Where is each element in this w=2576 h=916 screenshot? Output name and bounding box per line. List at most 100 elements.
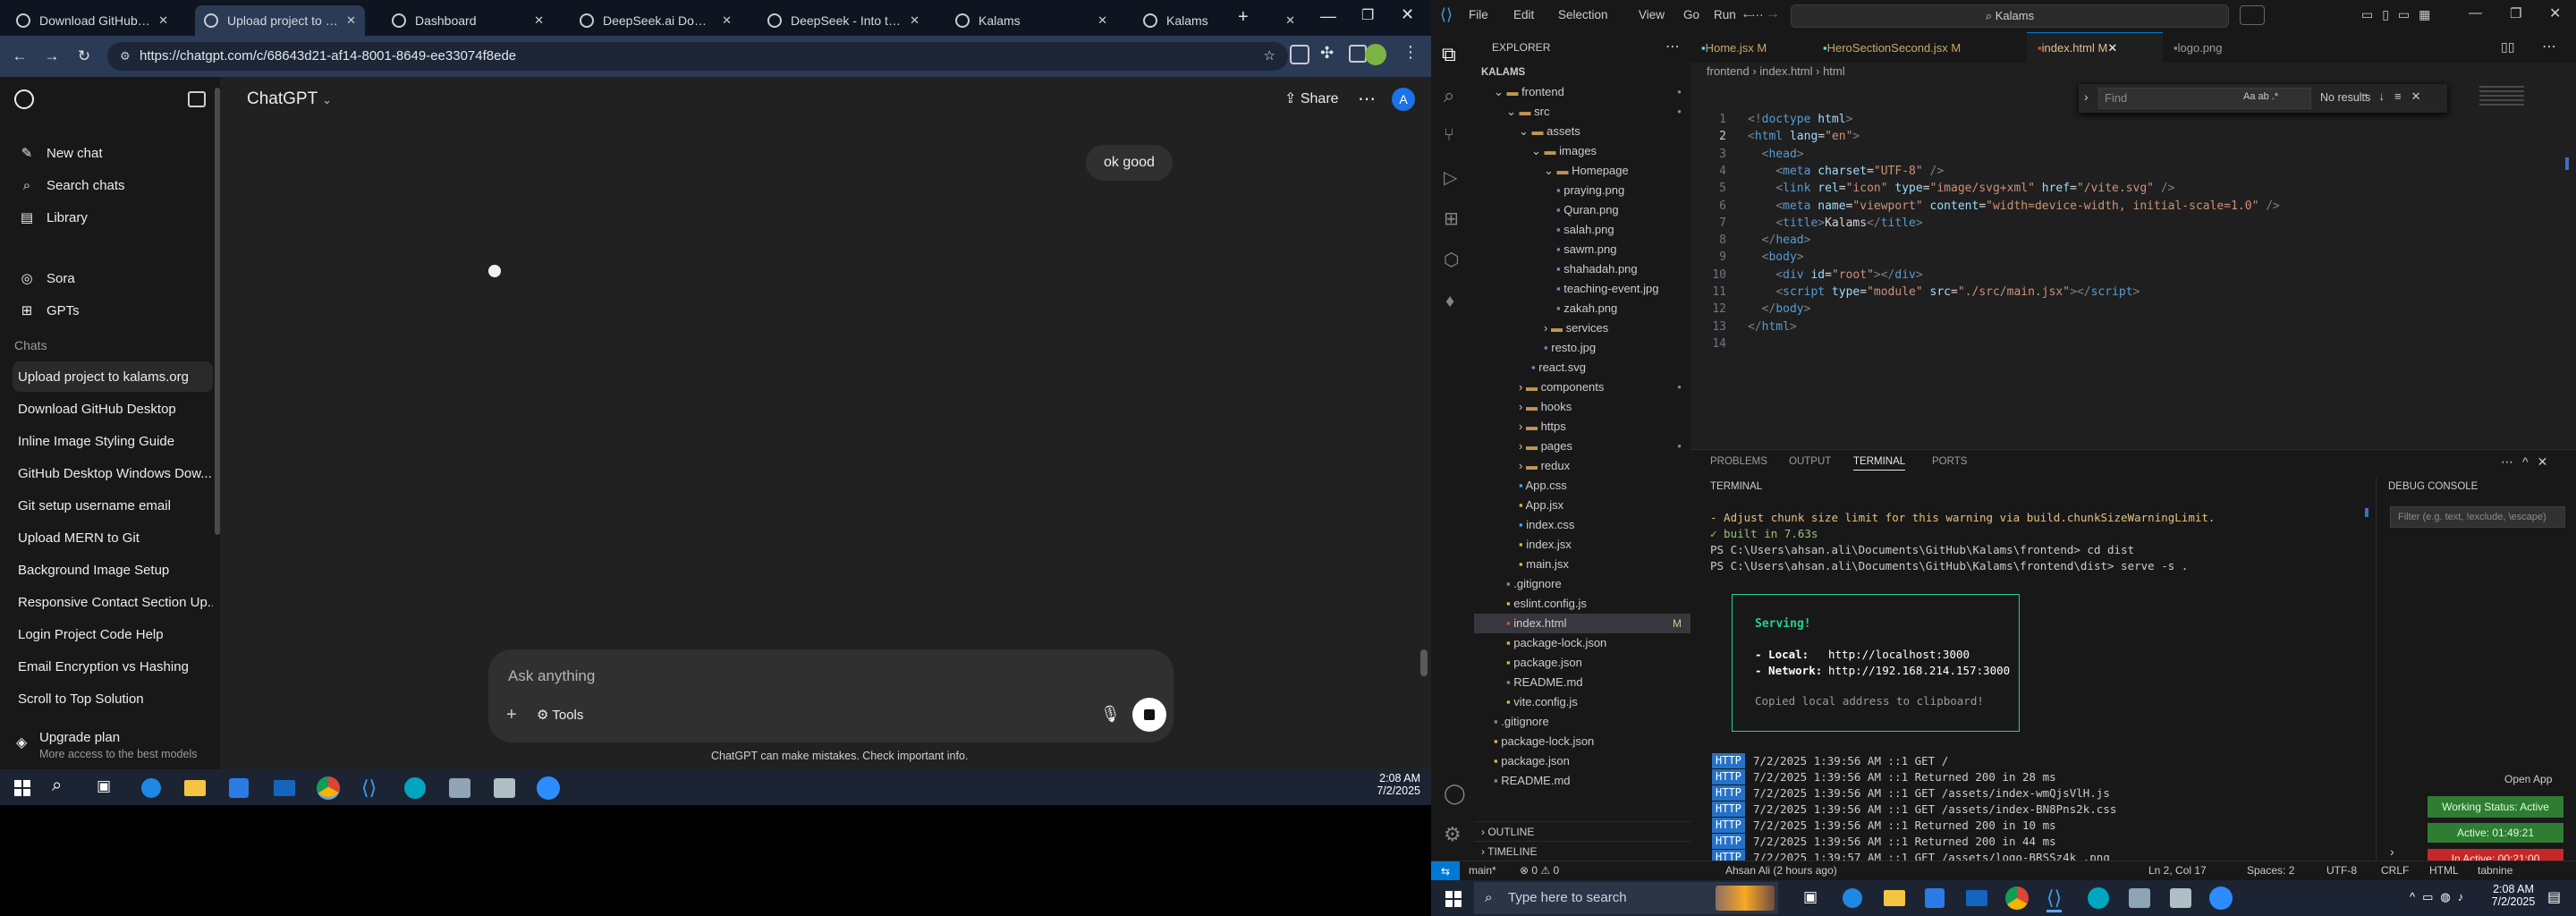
mail-icon[interactable] [1966, 890, 1987, 906]
chrome-taskbar-icon[interactable] [2005, 886, 2029, 910]
tree-item[interactable]: ▪ react.svg [1474, 358, 1690, 377]
store-icon[interactable] [229, 778, 249, 798]
taskbar-clock[interactable]: 2:08 AM 7/2/2025 [2487, 883, 2540, 908]
tree-item[interactable]: ▪ README.md [1474, 673, 1690, 692]
nav-back-icon[interactable]: ← [1741, 6, 1755, 22]
chat-history-item[interactable]: Download GitHub Desktop [13, 394, 213, 424]
match-case-icon[interactable]: Aa ab .* [2243, 91, 2278, 102]
browser-tab[interactable]: Kalams ✕ [1134, 5, 1304, 36]
app-icon-3[interactable] [2170, 888, 2191, 908]
sidebar-item-sora[interactable]: ◎ Sora [13, 263, 213, 293]
tree-item[interactable]: ▪ vite.config.js [1474, 692, 1690, 712]
mail-icon[interactable] [274, 780, 295, 796]
search-icon[interactable]: ⌕ [1444, 84, 1454, 107]
new-tab-button[interactable]: + [1238, 7, 1249, 28]
status-right-item[interactable]: UTF-8 [2326, 864, 2357, 877]
file-explorer-icon[interactable] [184, 780, 206, 796]
tree-item[interactable]: ▪ package.json [1474, 653, 1690, 673]
status-right-item[interactable]: tabnine [2478, 864, 2512, 877]
chat-history-item[interactable]: Login Project Code Help [13, 619, 213, 649]
tree-item[interactable]: ▪ praying.png [1474, 181, 1690, 200]
layout-icons[interactable]: ▭▯▭▦ [2361, 7, 2439, 22]
nav-forward-icon[interactable]: → [1766, 6, 1780, 22]
chat-history-item[interactable]: Background Image Setup [13, 555, 213, 585]
maximize-button[interactable]: ❐ [1361, 6, 1374, 24]
zoom-icon[interactable] [2209, 886, 2233, 910]
tree-item[interactable]: ▪ README.md [1474, 771, 1690, 791]
chrome-taskbar-icon[interactable] [317, 776, 340, 800]
back-icon[interactable]: ← [9, 46, 30, 67]
stop-generating-button[interactable] [1132, 698, 1166, 732]
settings-gear-icon[interactable]: ⚙ [1444, 823, 1462, 846]
extensions-puzzle-icon[interactable]: ✣ [1320, 44, 1334, 63]
tree-item[interactable]: › ▬ services [1474, 318, 1690, 338]
tree-item[interactable]: ▪ zakah.png [1474, 299, 1690, 318]
tab-close-icon[interactable]: ✕ [158, 13, 168, 28]
taskbar-clock[interactable]: 2:08 AM 7/2/2025 [1367, 772, 1420, 797]
add-attachment-icon[interactable]: + [506, 705, 517, 725]
chat-history-item[interactable]: Upload project to kalams.org [13, 361, 213, 392]
tree-item[interactable]: ▪ index.jsx [1474, 535, 1690, 555]
tree-item[interactable]: › ▬ redux [1474, 456, 1690, 476]
status-right-item[interactable]: CRLF [2381, 864, 2409, 877]
minimize-button[interactable]: — [2469, 5, 2482, 21]
menu-item-file[interactable]: File [1469, 8, 1488, 21]
timeline-section[interactable]: › TIMELINE [1474, 841, 1690, 861]
menu-item-view[interactable]: View [1639, 8, 1665, 21]
tree-item[interactable]: ▪ package.json [1474, 751, 1690, 771]
browser-tab[interactable]: DeepSeek - Into the U ✕ [758, 5, 928, 36]
chrome-menu-icon[interactable]: ⋮ [1402, 43, 1419, 62]
model-selector[interactable]: ChatGPT ⌄ [247, 89, 332, 109]
taskbar-search-box[interactable]: ⌕ Type here to search [1474, 882, 1778, 914]
share-button[interactable]: ⇪ Share [1284, 89, 1339, 107]
forward-icon[interactable]: → [41, 46, 63, 67]
status-left-item[interactable]: Ahsan Ali (2 hours ago) [1725, 864, 1837, 877]
terminal-expand-icon[interactable]: › [2390, 844, 2394, 859]
close-sidebar-icon[interactable] [188, 91, 206, 107]
status-right-item[interactable]: HTML [2429, 864, 2459, 877]
tree-item[interactable]: ▪ package-lock.json [1474, 633, 1690, 653]
tree-item[interactable]: KALAMS [1474, 63, 1690, 82]
chat-scrollbar[interactable] [1420, 649, 1428, 676]
minimize-button[interactable]: — [1320, 7, 1336, 26]
tree-item[interactable]: ⌄ ▬ frontend ● [1474, 82, 1690, 102]
menu-item-selection[interactable]: Selection [1558, 8, 1608, 21]
tree-item[interactable]: ▪ App.css [1474, 476, 1690, 496]
panel-tab-ports[interactable]: PORTS [1932, 456, 1967, 467]
tree-item[interactable]: ▪ teaching-event.jpg [1474, 279, 1690, 299]
split-editor-icon[interactable]: ▯▯ [2501, 39, 2514, 55]
notification-icon[interactable]: ▤ [2547, 888, 2561, 906]
openai-logo-icon[interactable] [14, 89, 34, 109]
copilot-icon[interactable] [2240, 5, 2265, 25]
chevron-right-icon[interactable]: › [2084, 89, 2089, 104]
tree-item[interactable]: ⌄ ▬ src ● [1474, 102, 1690, 122]
tab-close-icon[interactable]: ✕ [346, 13, 356, 28]
panel-actions[interactable]: ⋯^✕ [2501, 454, 2556, 470]
browser-tab[interactable]: Upload project to kala ✕ [195, 5, 365, 36]
status-left-item[interactable]: ⊗ 0 ⚠ 0 [1520, 864, 1559, 877]
command-center-search[interactable]: ⌕ Kalams [1791, 4, 2229, 28]
tree-item[interactable]: › ▬ components ● [1474, 377, 1690, 397]
editor-tab[interactable]: ▪ logo.png [2163, 32, 2270, 63]
tree-item[interactable]: ▪ main.jsx [1474, 555, 1690, 574]
breadcrumb-item[interactable]: frontend [1707, 64, 1750, 78]
side-panel-icon[interactable] [1349, 45, 1367, 63]
browser-tab[interactable]: Dashboard ✕ [383, 5, 553, 36]
panel-tab-output[interactable]: OUTPUT [1789, 456, 1831, 467]
find-input[interactable]: Find [2098, 88, 2311, 109]
store-icon[interactable] [1925, 888, 1945, 908]
tree-item[interactable]: › ▬ hooks [1474, 397, 1690, 417]
editor-scrollbar[interactable] [2565, 157, 2569, 170]
more-options-icon[interactable]: ⋯ [1358, 88, 1376, 110]
tree-item[interactable]: ▪ .gitignore [1474, 574, 1690, 594]
sidebar-item-gpts[interactable]: ⊞ GPTs [13, 295, 213, 326]
outline-section[interactable]: › OUTLINE [1474, 821, 1690, 841]
app-icon-1[interactable] [404, 777, 426, 799]
tree-item[interactable]: ▪ salah.png [1474, 220, 1690, 240]
tree-item[interactable]: ▪ App.jsx [1474, 496, 1690, 515]
chat-history-item[interactable]: GitHub Desktop Windows Dow... [13, 458, 213, 488]
breadcrumb-item[interactable]: index.html [1759, 64, 1812, 78]
menu-item-run[interactable]: Run [1714, 8, 1736, 21]
extensions-icon[interactable]: ⊞ [1444, 208, 1459, 230]
editor-more-icon[interactable]: ⋯ [2542, 38, 2556, 55]
